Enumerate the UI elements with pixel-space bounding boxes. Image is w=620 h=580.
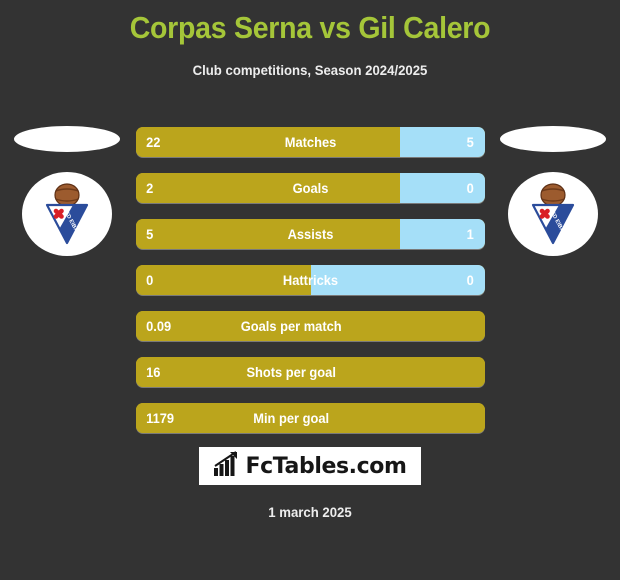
sd-eibar-badge-icon: SD EIBAR (41, 183, 93, 245)
stat-row-hattricks: 0 Hattricks 0 (136, 265, 485, 295)
home-player-photo (14, 126, 120, 152)
stat-label: Min per goal (253, 410, 330, 426)
stat-label: Shots per goal (246, 364, 336, 380)
stat-label: Goals per match (240, 318, 342, 334)
comparison-infographic: Corpas Serna vs Gil Calero Club competit… (0, 0, 620, 580)
fctables-logo[interactable]: FcTables.com (199, 447, 421, 485)
away-club-badge: SD EIBAR (508, 172, 598, 256)
stat-label: Assists (287, 226, 334, 242)
stat-row-assists: 5 Assists 1 (136, 219, 485, 249)
stat-label: Matches (284, 134, 337, 150)
fctables-logo-text: FcTables.com (245, 453, 407, 479)
stat-row-goals: 2 Goals 0 (136, 173, 485, 203)
stats-list: 22 Matches 5 2 Goals 0 5 Assists 1 0 Hat… (136, 127, 485, 449)
stat-label: Hattricks (282, 272, 339, 288)
sd-eibar-badge-icon: SD EIBAR (527, 183, 579, 245)
stat-row-goals-per-match: 0.09 Goals per match (136, 311, 485, 341)
page-title: Corpas Serna vs Gil Calero (129, 10, 491, 45)
page-subtitle: Club competitions, Season 2024/2025 (192, 62, 428, 78)
home-club-badge: SD EIBAR (22, 172, 112, 256)
bar-chart-icon (213, 450, 241, 482)
generated-date: 1 march 2025 (268, 504, 352, 520)
away-value: 0 (466, 180, 474, 196)
away-value: 0 (466, 272, 474, 288)
stat-row-shots-per-goal: 16 Shots per goal (136, 357, 485, 387)
stat-row-matches: 22 Matches 5 (136, 127, 485, 157)
away-value: 1 (466, 226, 474, 242)
away-player-photo (500, 126, 606, 152)
stat-label: Goals (292, 180, 329, 196)
away-value: 5 (466, 134, 474, 150)
stat-row-min-per-goal: 1179 Min per goal (136, 403, 485, 433)
